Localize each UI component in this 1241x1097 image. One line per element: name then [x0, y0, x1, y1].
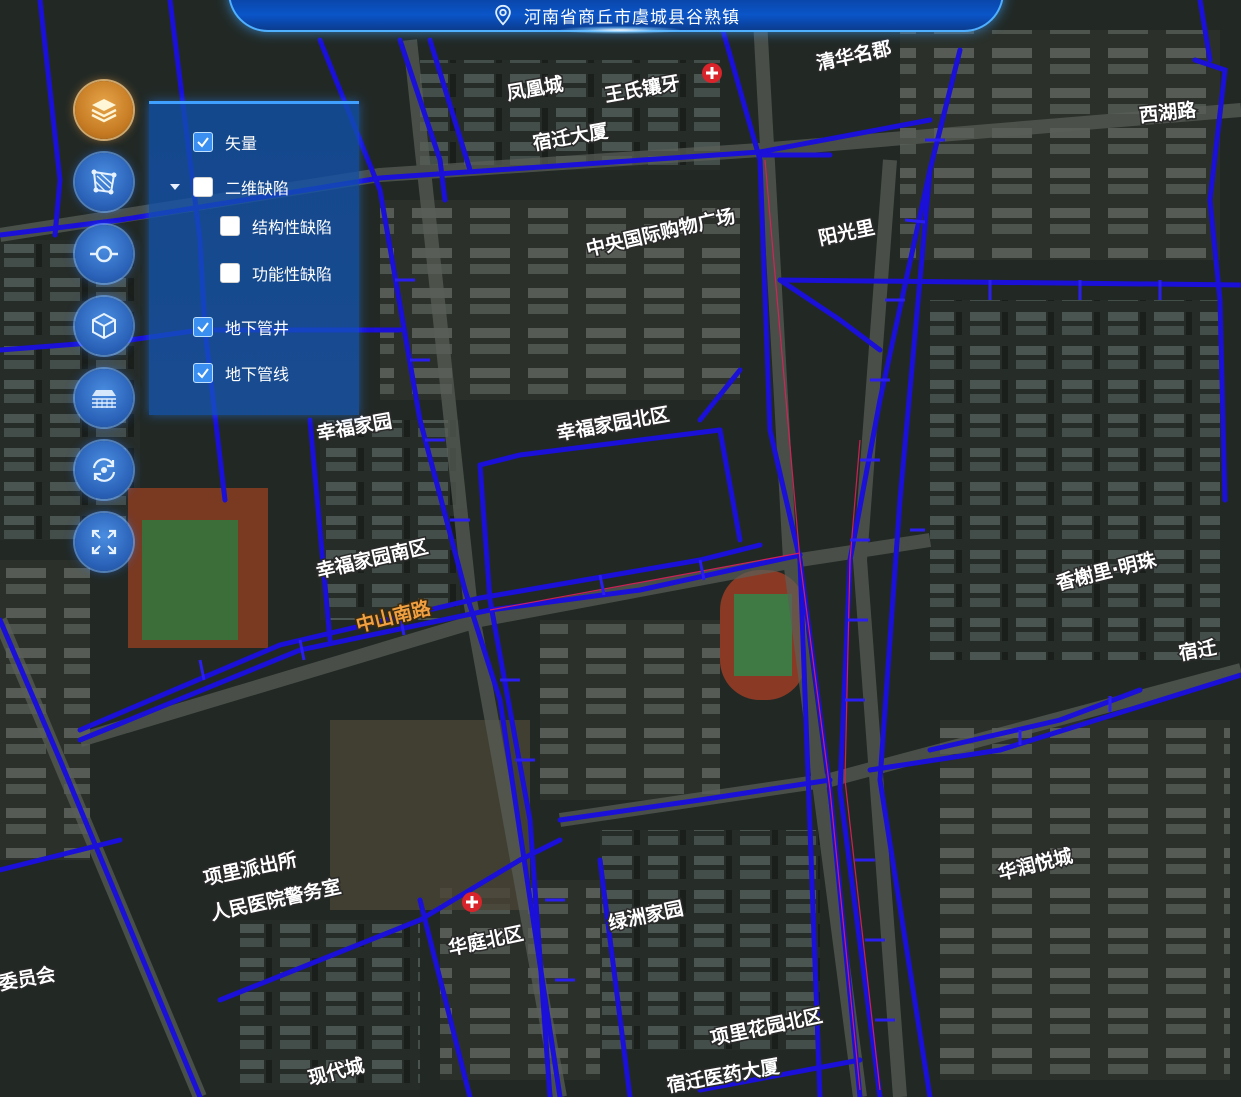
- layer-item-functional-defects[interactable]: 功能性缺陷: [220, 261, 332, 285]
- location-title: 河南省商丘市虞城县谷熟镇: [524, 7, 740, 28]
- fullscreen-button[interactable]: [75, 513, 133, 571]
- underground-view-icon: [92, 390, 116, 408]
- rotate-view-button[interactable]: [75, 441, 133, 499]
- checkbox-checked[interactable]: [193, 132, 213, 152]
- checkmark-icon: [197, 322, 209, 333]
- layer-label: 二维缺陷: [225, 179, 290, 198]
- checkbox-unchecked[interactable]: [193, 177, 213, 197]
- title-glow: [560, 26, 680, 34]
- expand-caret-icon[interactable]: [170, 184, 180, 190]
- checkbox-checked[interactable]: [193, 317, 213, 337]
- layers-icon: [91, 99, 117, 123]
- rotate-view-icon: [92, 458, 116, 482]
- underground-button[interactable]: [75, 369, 133, 427]
- checkmark-icon: [197, 368, 209, 379]
- checkbox-unchecked[interactable]: [220, 263, 240, 283]
- pipe-node-button[interactable]: [75, 225, 133, 283]
- layer-item-structural-defects[interactable]: 结构性缺陷: [220, 214, 332, 238]
- layer-panel: 矢量 二维缺陷 结构性缺陷 功能性缺陷 地下管井 地下管线: [149, 101, 359, 415]
- checkbox-checked[interactable]: [193, 363, 213, 383]
- pipe-node-icon: [90, 245, 118, 263]
- layer-label: 结构性缺陷: [252, 218, 333, 237]
- layer-item-underground-pipes[interactable]: 地下管线: [193, 361, 289, 385]
- layer-label: 功能性缺陷: [252, 265, 333, 284]
- 3d-model-button[interactable]: [75, 297, 133, 355]
- layer-label: 地下管井: [225, 319, 290, 338]
- checkbox-unchecked[interactable]: [220, 216, 240, 236]
- layers-button[interactable]: [75, 81, 133, 139]
- layer-item-2d-defects[interactable]: 二维缺陷: [193, 175, 289, 199]
- checkmark-icon: [197, 137, 209, 148]
- cube-icon: [92, 312, 116, 340]
- fullscreen-icon: [91, 529, 117, 555]
- layer-item-underground-wells[interactable]: 地下管井: [193, 315, 289, 339]
- layer-item-vector[interactable]: 矢量: [193, 130, 257, 154]
- location-pin-icon: [495, 4, 511, 26]
- layer-label: 地下管线: [225, 365, 290, 384]
- area-measure-button[interactable]: [75, 153, 133, 211]
- polygon-measure-icon: [91, 169, 117, 195]
- layer-label: 矢量: [225, 134, 258, 153]
